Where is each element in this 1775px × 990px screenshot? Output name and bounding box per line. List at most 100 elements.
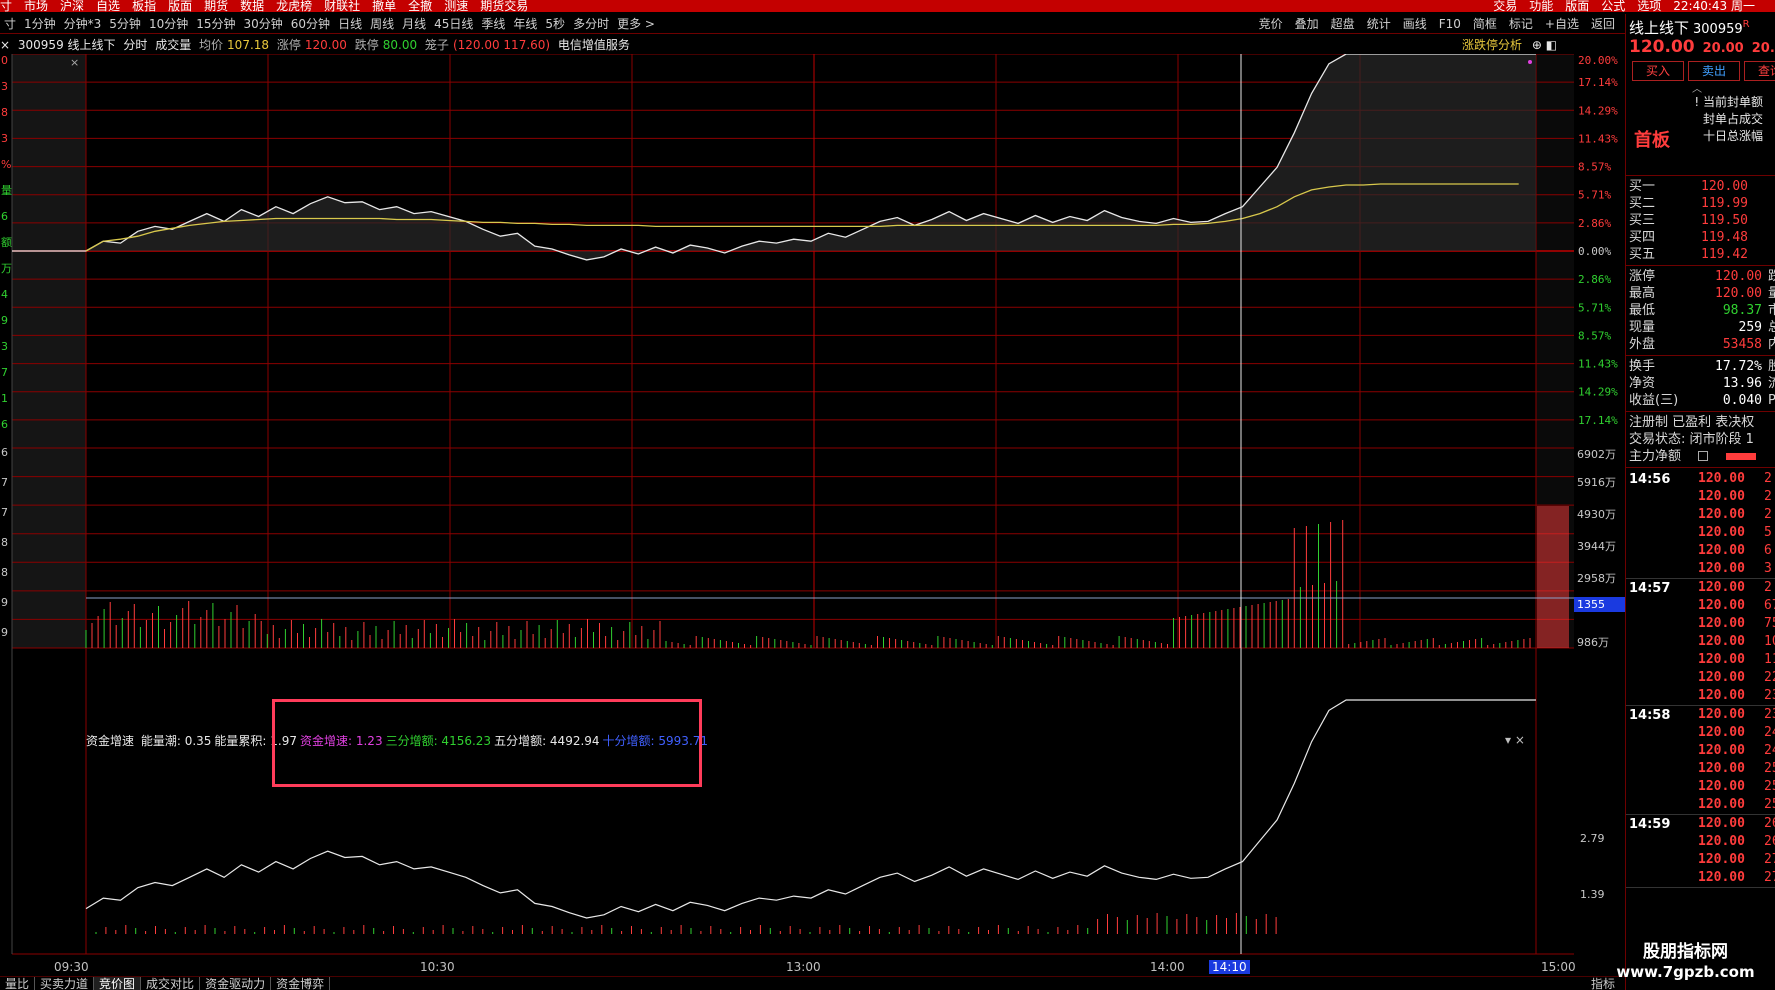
toolbar-item-6[interactable]: 简框 (1467, 14, 1503, 33)
tick-volume: 5 (1764, 525, 1772, 540)
period-item-14[interactable]: 5秒 (541, 14, 569, 33)
period-item-0[interactable]: 寸 (0, 14, 20, 33)
toolbar-item-0[interactable]: 竞价 (1253, 14, 1289, 33)
price-fill-area (86, 54, 1536, 260)
volume-axis-label: 5916万 (1577, 476, 1616, 489)
concept-label: 电信增值服务 (557, 38, 630, 52)
menu-item-13[interactable]: 期货交易 (480, 0, 528, 12)
toolbar-item-4[interactable]: 画线 (1397, 14, 1433, 33)
period-item-6[interactable]: 30分钟 (240, 14, 287, 33)
menu-item-1[interactable]: 市场 (24, 0, 48, 12)
tick-list[interactable]: 14:56 120.00 2 120.00 2 120.00 2 120.00 5 120.00 6… (1626, 468, 1775, 888)
menu-item-10[interactable]: 撤单 (372, 0, 396, 12)
pre-market-close-icon[interactable]: × (70, 56, 79, 69)
volume-axis-label: 4930万 (1577, 508, 1616, 521)
indicator-name[interactable]: 资金增速 (86, 734, 134, 748)
tick-volume: 2 (1764, 507, 1772, 522)
menu-item-5[interactable]: 版面 (168, 0, 192, 12)
price-axis-label: 20.00% (1578, 54, 1618, 67)
period-item-15[interactable]: 多分时 (569, 14, 613, 33)
period-item-3[interactable]: 5分钟 (105, 14, 145, 33)
tick-price: 120.00 (1698, 652, 1745, 667)
toolbar-item-2[interactable]: 超盘 (1325, 14, 1361, 33)
period-item-7[interactable]: 60分钟 (287, 14, 334, 33)
net-amount-icon[interactable] (1698, 451, 1708, 461)
menu-item-6[interactable]: 期货 (204, 0, 228, 12)
tick-row: 120.00 232 (1626, 706, 1775, 724)
toolbar-item-3[interactable]: 统计 (1361, 14, 1397, 33)
tick-volume: 250 (1764, 761, 1775, 776)
tick-row: 120.00 75 (1626, 615, 1775, 633)
menu-item-3[interactable]: 自选 (96, 0, 120, 12)
close-chart-icon[interactable]: × (0, 38, 10, 52)
tick-price: 120.00 (1698, 543, 1745, 558)
menu-item-9[interactable]: 财联社 (324, 0, 360, 12)
tick-volume: 267 (1764, 834, 1775, 849)
toolbar-item-1[interactable]: 叠加 (1289, 14, 1325, 33)
menu-right-item-4[interactable]: 选项 (1637, 0, 1661, 12)
toolbar-item-8[interactable]: +自选 (1539, 14, 1585, 33)
toolbar-item-5[interactable]: F10 (1433, 14, 1467, 33)
chart-mode: 分时 (123, 38, 148, 52)
tab-2[interactable]: 竞价图 (94, 977, 142, 990)
add-icon[interactable]: ⊕ (1532, 38, 1542, 52)
order-book: 买一 120.00 买二 119.99 买三 119.50 买四 119.48 买五 119.42 (1626, 176, 1775, 266)
toolbar-item-7[interactable]: 标记 (1503, 14, 1539, 33)
tick-price: 120.00 (1698, 489, 1745, 504)
period-item-11[interactable]: 45日线 (430, 14, 477, 33)
tab-1[interactable]: 买卖力道 (35, 977, 95, 990)
period-item-1[interactable]: 1分钟 (20, 14, 60, 33)
collapse-arrow-icon[interactable]: ︿ (1692, 80, 1702, 95)
period-item-5[interactable]: 15分钟 (192, 14, 239, 33)
menu-right-item-2[interactable]: 版面 (1565, 0, 1589, 12)
left-axis-fragment: 额 (1, 236, 12, 249)
stat-right-label: 总量 (1768, 319, 1775, 336)
period-item-16[interactable]: 更多 > (613, 14, 659, 33)
menu-item-7[interactable]: 数据 (240, 0, 264, 12)
period-item-2[interactable]: 分钟*3 (60, 14, 106, 33)
toolbar-item-9[interactable]: 返回 (1585, 14, 1621, 33)
indicator-controls[interactable]: ▾ × (1505, 733, 1525, 747)
price-area-fill (86, 54, 1536, 260)
menu-right-item-3[interactable]: 公式 (1601, 0, 1625, 12)
tick-row: 120.00 100 (1626, 633, 1775, 651)
tick-row: 120.00 279 (1626, 869, 1775, 887)
tab-5[interactable]: 资金博弈 (271, 977, 331, 990)
left-axis-fragment: 0 (1, 54, 8, 67)
menu-item-0[interactable]: 寸 (0, 0, 12, 12)
tab-3[interactable]: 成交对比 (141, 977, 201, 990)
menu-item-8[interactable]: 龙虎榜 (276, 0, 312, 12)
price-axis-label: 5.71% (1578, 301, 1611, 314)
menu-right-item-5[interactable]: 22:40:43 周一 (1673, 0, 1755, 12)
sell-button[interactable]: 卖出 (1688, 61, 1740, 81)
limit-analysis-link[interactable]: 涨跌停分析 (1462, 38, 1522, 52)
stat-value: 53458 (1722, 337, 1762, 352)
tab-0[interactable]: 量比 (0, 977, 36, 990)
tick-row: 120.00 249 (1626, 742, 1775, 760)
menu-item-12[interactable]: 测速 (444, 0, 468, 12)
menu-item-11[interactable]: 全撤 (408, 0, 432, 12)
buy-button[interactable]: 买入 (1632, 61, 1684, 81)
menu-right-item-0[interactable]: 交易 (1493, 0, 1517, 12)
menu-item-4[interactable]: 板指 (132, 0, 156, 12)
period-item-10[interactable]: 月线 (398, 14, 430, 33)
intraday-chart[interactable]: 20.00% 17.14% 14.29% 11.43% 8.57% 5.71% 2.86% 0… (0, 54, 1625, 969)
menu-item-2[interactable]: 沪深 (60, 0, 84, 12)
menu-right-item-1[interactable]: 功能 (1529, 0, 1553, 12)
tick-volume: 261 (1764, 816, 1775, 831)
period-item-12[interactable]: 季线 (477, 14, 509, 33)
period-item-4[interactable]: 10分钟 (145, 14, 192, 33)
period-item-9[interactable]: 周线 (366, 14, 398, 33)
period-item-8[interactable]: 日线 (334, 14, 366, 33)
left-axis-fragment: 6 (1, 418, 8, 431)
highlight-box (272, 699, 702, 787)
tick-price: 120.00 (1698, 779, 1745, 794)
period-item-13[interactable]: 年线 (509, 14, 541, 33)
query-button[interactable]: 查询 (1744, 61, 1775, 81)
tab-4[interactable]: 资金驱动力 (200, 977, 272, 990)
window-icon[interactable]: ◧ (1546, 38, 1557, 52)
tick-row: 120.00 2 (1626, 506, 1775, 524)
cage-value: (120.00 117.60) (452, 38, 551, 52)
price-axis-label: 2.86% (1578, 217, 1611, 230)
ext-row: 交易状态: 闭市阶段 1 (1629, 432, 1754, 447)
